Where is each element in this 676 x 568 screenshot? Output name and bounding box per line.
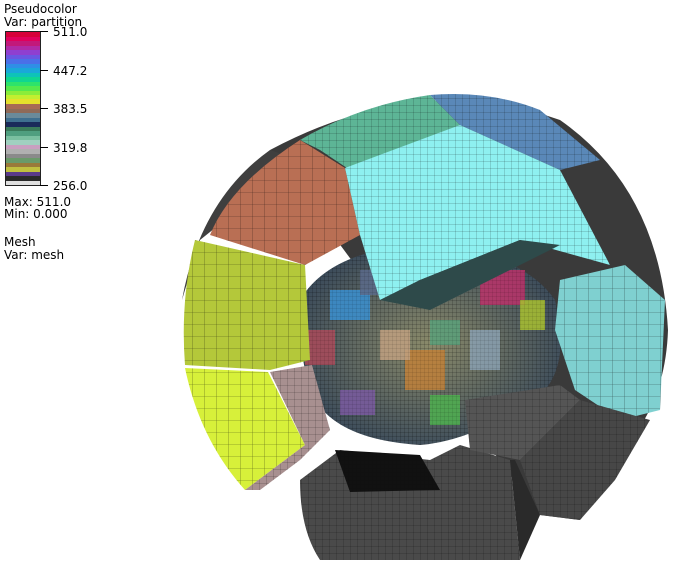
mesh-render-viewport[interactable] (0, 0, 676, 568)
